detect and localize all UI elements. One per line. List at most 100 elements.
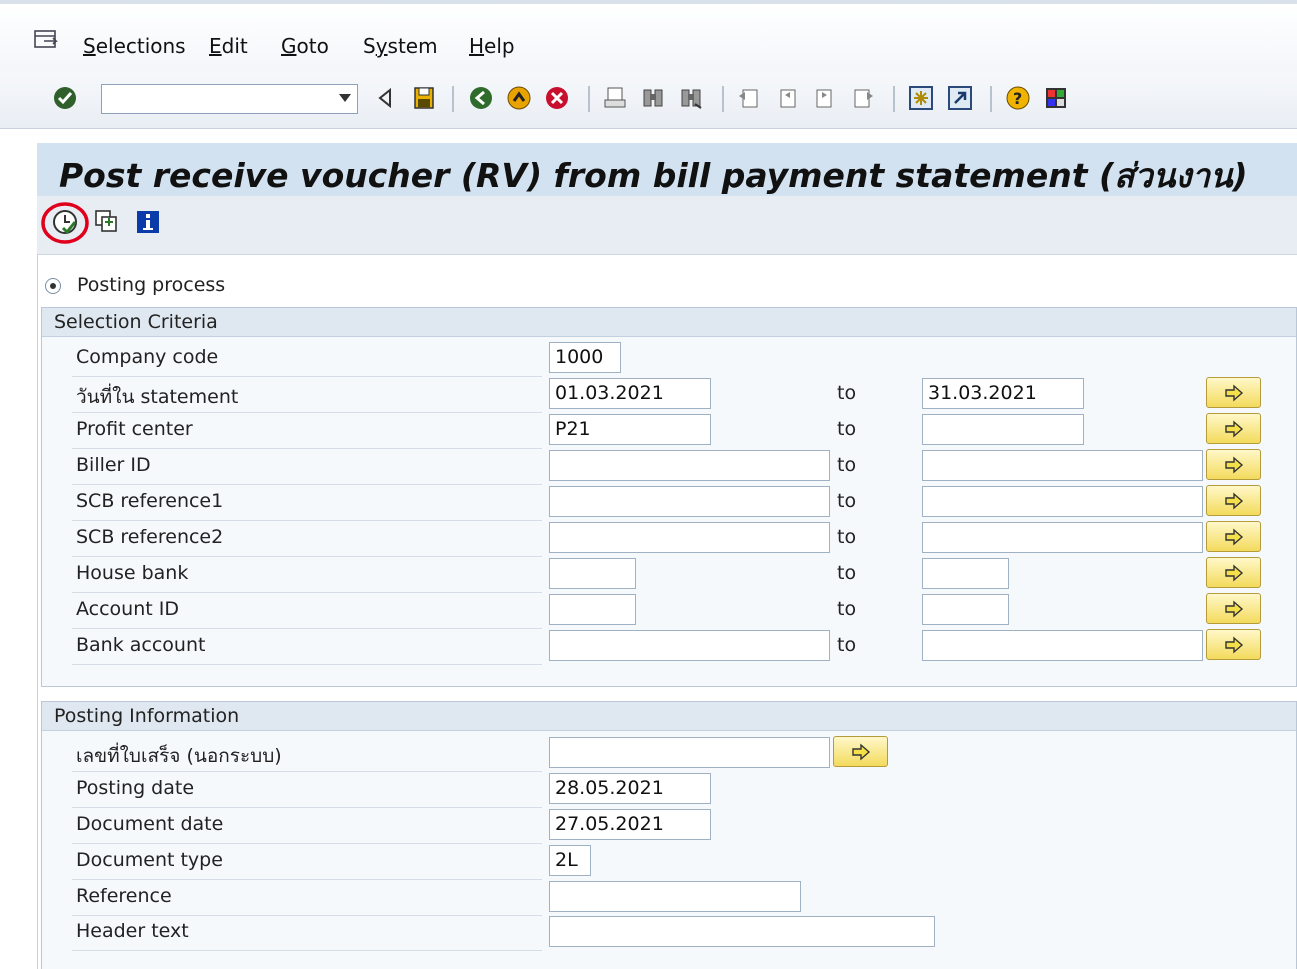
reference-field[interactable] bbox=[549, 881, 801, 912]
statement-date-to-field[interactable]: 31.03.2021 bbox=[922, 378, 1084, 409]
arrow-right-icon bbox=[1225, 492, 1244, 510]
bank-account-label: Bank account bbox=[76, 634, 206, 656]
menu-system-rest: stem bbox=[387, 34, 438, 58]
menu-goto[interactable]: Goto bbox=[281, 34, 329, 58]
company-code-field[interactable]: 1000 bbox=[549, 342, 621, 373]
scb-reference2-from-field[interactable] bbox=[549, 522, 830, 553]
company-code-label: Company code bbox=[76, 346, 219, 368]
exit-icon[interactable] bbox=[505, 84, 533, 112]
posting-date-field[interactable]: 28.05.2021 bbox=[549, 773, 711, 804]
row-divider bbox=[72, 807, 542, 808]
to-label: to bbox=[837, 418, 857, 440]
biller-id-multiple-button[interactable] bbox=[1206, 449, 1261, 480]
row-divider bbox=[72, 628, 542, 629]
arrow-right-icon bbox=[1225, 420, 1244, 438]
toolbar-separator bbox=[893, 86, 895, 112]
statement-date-multiple-button[interactable] bbox=[1206, 377, 1261, 408]
command-field[interactable] bbox=[101, 84, 358, 114]
header-text-label: Header text bbox=[76, 920, 189, 942]
arrow-right-icon bbox=[1225, 384, 1244, 402]
profit-center-label: Profit center bbox=[76, 418, 193, 440]
shortcut-icon[interactable] bbox=[946, 84, 974, 112]
scb-reference2-multiple-button[interactable] bbox=[1206, 521, 1261, 552]
posting-process-radio[interactable] bbox=[45, 278, 61, 294]
row-divider bbox=[72, 376, 542, 377]
profit-center-to-field[interactable] bbox=[922, 414, 1084, 445]
scb-reference2-to-field[interactable] bbox=[922, 522, 1203, 553]
receipt-number-label: เลขที่ใบเสร็จ (นอกระบบ) bbox=[76, 745, 282, 767]
menu-selections[interactable]: Selections bbox=[83, 34, 186, 58]
biller-id-from-field[interactable] bbox=[549, 450, 830, 481]
page-title: Post receive voucher (RV) from bill paym… bbox=[59, 156, 1248, 195]
to-label: to bbox=[837, 454, 857, 476]
bank-account-multiple-button[interactable] bbox=[1206, 629, 1261, 660]
enter-check-icon[interactable] bbox=[51, 84, 79, 112]
arrow-right-icon bbox=[1225, 456, 1244, 474]
content-border bbox=[37, 254, 38, 969]
account-id-to-field[interactable] bbox=[922, 594, 1009, 625]
find-next-icon[interactable] bbox=[677, 84, 705, 112]
biller-id-to-field[interactable] bbox=[922, 450, 1203, 481]
menu-system[interactable]: System bbox=[363, 34, 438, 58]
cancel-icon[interactable] bbox=[543, 84, 571, 112]
info-icon[interactable] bbox=[134, 208, 162, 236]
biller-id-label: Biller ID bbox=[76, 454, 151, 476]
receipt-number-field[interactable] bbox=[549, 737, 830, 768]
scb-reference1-from-field[interactable] bbox=[549, 486, 830, 517]
to-label: to bbox=[837, 562, 857, 584]
header-text-field[interactable] bbox=[549, 916, 935, 947]
profit-center-multiple-button[interactable] bbox=[1206, 413, 1261, 444]
previous-page-icon[interactable] bbox=[773, 84, 801, 112]
title-bar: Post receive voucher (RV) from bill paym… bbox=[37, 143, 1297, 196]
back-icon[interactable] bbox=[467, 84, 495, 112]
account-id-multiple-button[interactable] bbox=[1206, 593, 1261, 624]
last-page-icon[interactable] bbox=[849, 84, 877, 112]
scb-reference1-to-field[interactable] bbox=[922, 486, 1203, 517]
row-divider bbox=[72, 879, 542, 880]
account-id-from-field[interactable] bbox=[549, 594, 636, 625]
application-toolbar bbox=[37, 196, 1297, 255]
posting-info-title: Posting Information bbox=[54, 705, 240, 727]
command-dropdown-icon[interactable] bbox=[339, 94, 351, 102]
execute-icon[interactable] bbox=[51, 208, 79, 236]
menu-bar: Selections Edit Goto System Help bbox=[0, 0, 1297, 72]
scb-reference2-label: SCB reference2 bbox=[76, 526, 224, 548]
toolbar-separator bbox=[990, 86, 992, 112]
house-bank-from-field[interactable] bbox=[549, 558, 636, 589]
to-label: to bbox=[837, 634, 857, 656]
menu-edit[interactable]: Edit bbox=[209, 34, 248, 58]
find-icon[interactable] bbox=[639, 84, 667, 112]
save-icon[interactable] bbox=[410, 84, 438, 112]
bank-account-from-field[interactable] bbox=[549, 630, 830, 661]
menu-selections-rest: elections bbox=[95, 34, 186, 58]
create-session-icon[interactable] bbox=[907, 84, 935, 112]
menu-goto-rest: oto bbox=[296, 34, 329, 58]
house-bank-multiple-button[interactable] bbox=[1206, 557, 1261, 588]
first-page-icon[interactable] bbox=[735, 84, 763, 112]
document-date-field[interactable]: 27.05.2021 bbox=[549, 809, 711, 840]
menu-help[interactable]: Help bbox=[469, 34, 515, 58]
next-page-icon[interactable] bbox=[811, 84, 839, 112]
bank-account-to-field[interactable] bbox=[922, 630, 1203, 661]
scb-reference1-multiple-button[interactable] bbox=[1206, 485, 1261, 516]
help-icon[interactable]: ? bbox=[1004, 84, 1032, 112]
menu-help-rest: elp bbox=[484, 34, 515, 58]
toolbar-separator bbox=[452, 86, 454, 112]
statement-date-label: วันที่ใน statement bbox=[76, 386, 239, 408]
standard-toolbar: ? bbox=[0, 72, 1297, 129]
to-label: to bbox=[837, 526, 857, 548]
arrow-right-icon bbox=[1225, 636, 1244, 654]
customize-layout-icon[interactable] bbox=[1042, 84, 1070, 112]
back-triangle-icon[interactable] bbox=[372, 84, 400, 112]
get-variant-icon[interactable] bbox=[93, 208, 121, 236]
statement-date-from-field[interactable]: 01.03.2021 bbox=[549, 378, 711, 409]
posting-info-header: Posting Information bbox=[42, 702, 1296, 731]
house-bank-to-field[interactable] bbox=[922, 558, 1009, 589]
row-divider bbox=[72, 843, 542, 844]
to-label: to bbox=[837, 598, 857, 620]
profit-center-from-field[interactable]: P21 bbox=[549, 414, 711, 445]
menu-toggle-icon[interactable] bbox=[34, 30, 60, 50]
receipt-number-multiple-button[interactable] bbox=[833, 736, 888, 767]
document-type-field[interactable]: 2L bbox=[549, 845, 591, 876]
print-icon[interactable] bbox=[601, 84, 629, 112]
